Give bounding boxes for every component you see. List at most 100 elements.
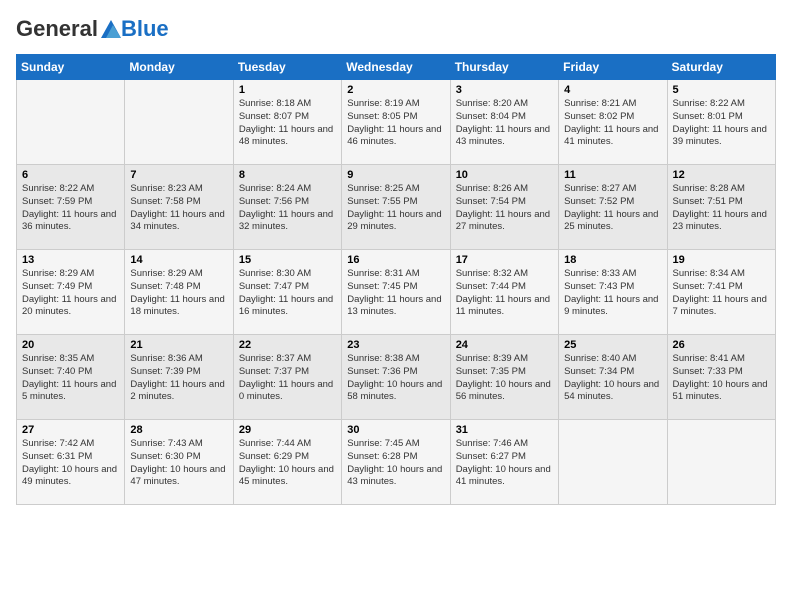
day-number: 30 [347, 424, 444, 436]
calendar-cell: 28 Sunrise: 7:43 AMSunset: 6:30 PMDayligh… [125, 420, 233, 505]
day-info: Sunrise: 8:31 AMSunset: 7:45 PMDaylight:… [347, 268, 444, 319]
day-info: Sunrise: 8:29 AMSunset: 7:49 PMDaylight:… [22, 268, 119, 319]
calendar-header: SundayMondayTuesdayWednesdayThursdayFrid… [17, 55, 776, 80]
calendar-cell: 4 Sunrise: 8:21 AMSunset: 8:02 PMDaylight… [559, 80, 667, 165]
calendar-cell: 29 Sunrise: 7:44 AMSunset: 6:29 PMDayligh… [233, 420, 341, 505]
day-info: Sunrise: 8:22 AMSunset: 8:01 PMDaylight:… [673, 98, 770, 149]
calendar-cell: 1 Sunrise: 8:18 AMSunset: 8:07 PMDaylight… [233, 80, 341, 165]
day-info: Sunrise: 8:22 AMSunset: 7:59 PMDaylight:… [22, 183, 119, 234]
day-info: Sunrise: 8:23 AMSunset: 7:58 PMDaylight:… [130, 183, 227, 234]
day-info: Sunrise: 8:19 AMSunset: 8:05 PMDaylight:… [347, 98, 444, 149]
calendar-cell: 6 Sunrise: 8:22 AMSunset: 7:59 PMDaylight… [17, 165, 125, 250]
calendar-cell: 14Sunrise: 8:29 AMSunset: 7:48 PMDayligh… [125, 250, 233, 335]
day-number: 7 [130, 169, 227, 181]
day-number: 4 [564, 84, 661, 96]
day-number: 10 [456, 169, 553, 181]
calendar-week-2: 6 Sunrise: 8:22 AMSunset: 7:59 PMDaylight… [17, 165, 776, 250]
day-header-sunday: Sunday [17, 55, 125, 80]
calendar-cell: 13 Sunrise: 8:29 AMSunset: 7:49 PMDayligh… [17, 250, 125, 335]
calendar-cell: 19 Sunrise: 8:34 AMSunset: 7:41 PMDayligh… [667, 250, 775, 335]
day-number: 16 [347, 254, 444, 266]
day-info: Sunrise: 7:44 AMSunset: 6:29 PMDaylight:… [239, 438, 336, 489]
day-number: 19 [673, 254, 770, 266]
day-info: Sunrise: 8:21 AMSunset: 8:02 PMDaylight:… [564, 98, 661, 149]
header-row: SundayMondayTuesdayWednesdayThursdayFrid… [17, 55, 776, 80]
day-number: 15 [239, 254, 336, 266]
calendar-body: 1 Sunrise: 8:18 AMSunset: 8:07 PMDaylight… [17, 80, 776, 505]
day-number: 3 [456, 84, 553, 96]
day-info: Sunrise: 7:45 AMSunset: 6:28 PMDaylight:… [347, 438, 444, 489]
day-info: Sunrise: 7:43 AMSunset: 6:30 PMDaylight:… [130, 438, 227, 489]
day-number: 9 [347, 169, 444, 181]
day-info: Sunrise: 8:37 AMSunset: 7:37 PMDaylight:… [239, 353, 336, 404]
day-header-wednesday: Wednesday [342, 55, 450, 80]
day-number: 1 [239, 84, 336, 96]
calendar-cell [559, 420, 667, 505]
day-number: 27 [22, 424, 119, 436]
day-header-tuesday: Tuesday [233, 55, 341, 80]
calendar-table: SundayMondayTuesdayWednesdayThursdayFrid… [16, 54, 776, 505]
day-info: Sunrise: 8:34 AMSunset: 7:41 PMDaylight:… [673, 268, 770, 319]
day-number: 29 [239, 424, 336, 436]
day-number: 18 [564, 254, 661, 266]
day-number: 12 [673, 169, 770, 181]
logo-general: General [16, 16, 98, 42]
day-info: Sunrise: 8:39 AMSunset: 7:35 PMDaylight:… [456, 353, 553, 404]
day-info: Sunrise: 8:38 AMSunset: 7:36 PMDaylight:… [347, 353, 444, 404]
calendar-cell: 12 Sunrise: 8:28 AMSunset: 7:51 PMDayligh… [667, 165, 775, 250]
logo-text: GeneralBlue [16, 16, 169, 42]
calendar-week-4: 20Sunrise: 8:35 AMSunset: 7:40 PMDayligh… [17, 335, 776, 420]
calendar-cell: 26 Sunrise: 8:41 AMSunset: 7:33 PMDayligh… [667, 335, 775, 420]
day-number: 17 [456, 254, 553, 266]
day-number: 23 [347, 339, 444, 351]
calendar-week-3: 13 Sunrise: 8:29 AMSunset: 7:49 PMDayligh… [17, 250, 776, 335]
calendar-cell: 25 Sunrise: 8:40 AMSunset: 7:34 PMDayligh… [559, 335, 667, 420]
calendar-cell: 30 Sunrise: 7:45 AMSunset: 6:28 PMDayligh… [342, 420, 450, 505]
day-info: Sunrise: 8:30 AMSunset: 7:47 PMDaylight:… [239, 268, 336, 319]
day-info: Sunrise: 8:26 AMSunset: 7:54 PMDaylight:… [456, 183, 553, 234]
day-info: Sunrise: 8:27 AMSunset: 7:52 PMDaylight:… [564, 183, 661, 234]
calendar-cell: 11Sunrise: 8:27 AMSunset: 7:52 PMDayligh… [559, 165, 667, 250]
day-number: 24 [456, 339, 553, 351]
day-number: 22 [239, 339, 336, 351]
day-info: Sunrise: 8:28 AMSunset: 7:51 PMDaylight:… [673, 183, 770, 234]
calendar-cell: 22 Sunrise: 8:37 AMSunset: 7:37 PMDayligh… [233, 335, 341, 420]
day-info: Sunrise: 8:25 AMSunset: 7:55 PMDaylight:… [347, 183, 444, 234]
day-number: 13 [22, 254, 119, 266]
calendar-cell: 16 Sunrise: 8:31 AMSunset: 7:45 PMDayligh… [342, 250, 450, 335]
day-info: Sunrise: 7:46 AMSunset: 6:27 PMDaylight:… [456, 438, 553, 489]
day-info: Sunrise: 8:18 AMSunset: 8:07 PMDaylight:… [239, 98, 336, 149]
calendar-cell: 31 Sunrise: 7:46 AMSunset: 6:27 PMDayligh… [450, 420, 558, 505]
calendar-cell: 3 Sunrise: 8:20 AMSunset: 8:04 PMDaylight… [450, 80, 558, 165]
day-number: 28 [130, 424, 227, 436]
day-number: 26 [673, 339, 770, 351]
day-number: 20 [22, 339, 119, 351]
calendar-cell: 17 Sunrise: 8:32 AMSunset: 7:44 PMDayligh… [450, 250, 558, 335]
day-info: Sunrise: 8:29 AMSunset: 7:48 PMDaylight:… [130, 268, 227, 319]
day-number: 2 [347, 84, 444, 96]
calendar-cell [667, 420, 775, 505]
day-number: 6 [22, 169, 119, 181]
day-info: Sunrise: 8:33 AMSunset: 7:43 PMDaylight:… [564, 268, 661, 319]
day-info: Sunrise: 8:36 AMSunset: 7:39 PMDaylight:… [130, 353, 227, 404]
calendar-cell: 20Sunrise: 8:35 AMSunset: 7:40 PMDayligh… [17, 335, 125, 420]
calendar-cell: 27 Sunrise: 7:42 AMSunset: 6:31 PMDayligh… [17, 420, 125, 505]
day-info: Sunrise: 8:20 AMSunset: 8:04 PMDaylight:… [456, 98, 553, 149]
calendar-cell [125, 80, 233, 165]
day-info: Sunrise: 8:40 AMSunset: 7:34 PMDaylight:… [564, 353, 661, 404]
day-info: Sunrise: 7:42 AMSunset: 6:31 PMDaylight:… [22, 438, 119, 489]
day-info: Sunrise: 8:24 AMSunset: 7:56 PMDaylight:… [239, 183, 336, 234]
day-header-thursday: Thursday [450, 55, 558, 80]
calendar-week-5: 27 Sunrise: 7:42 AMSunset: 6:31 PMDayligh… [17, 420, 776, 505]
calendar-cell: 24 Sunrise: 8:39 AMSunset: 7:35 PMDayligh… [450, 335, 558, 420]
calendar-cell: 8 Sunrise: 8:24 AMSunset: 7:56 PMDaylight… [233, 165, 341, 250]
calendar-cell: 15 Sunrise: 8:30 AMSunset: 7:47 PMDayligh… [233, 250, 341, 335]
calendar-cell: 23 Sunrise: 8:38 AMSunset: 7:36 PMDayligh… [342, 335, 450, 420]
day-number: 8 [239, 169, 336, 181]
calendar-cell: 18 Sunrise: 8:33 AMSunset: 7:43 PMDayligh… [559, 250, 667, 335]
day-info: Sunrise: 8:41 AMSunset: 7:33 PMDaylight:… [673, 353, 770, 404]
calendar-cell: 7 Sunrise: 8:23 AMSunset: 7:58 PMDaylight… [125, 165, 233, 250]
day-number: 25 [564, 339, 661, 351]
day-number: 31 [456, 424, 553, 436]
day-info: Sunrise: 8:32 AMSunset: 7:44 PMDaylight:… [456, 268, 553, 319]
